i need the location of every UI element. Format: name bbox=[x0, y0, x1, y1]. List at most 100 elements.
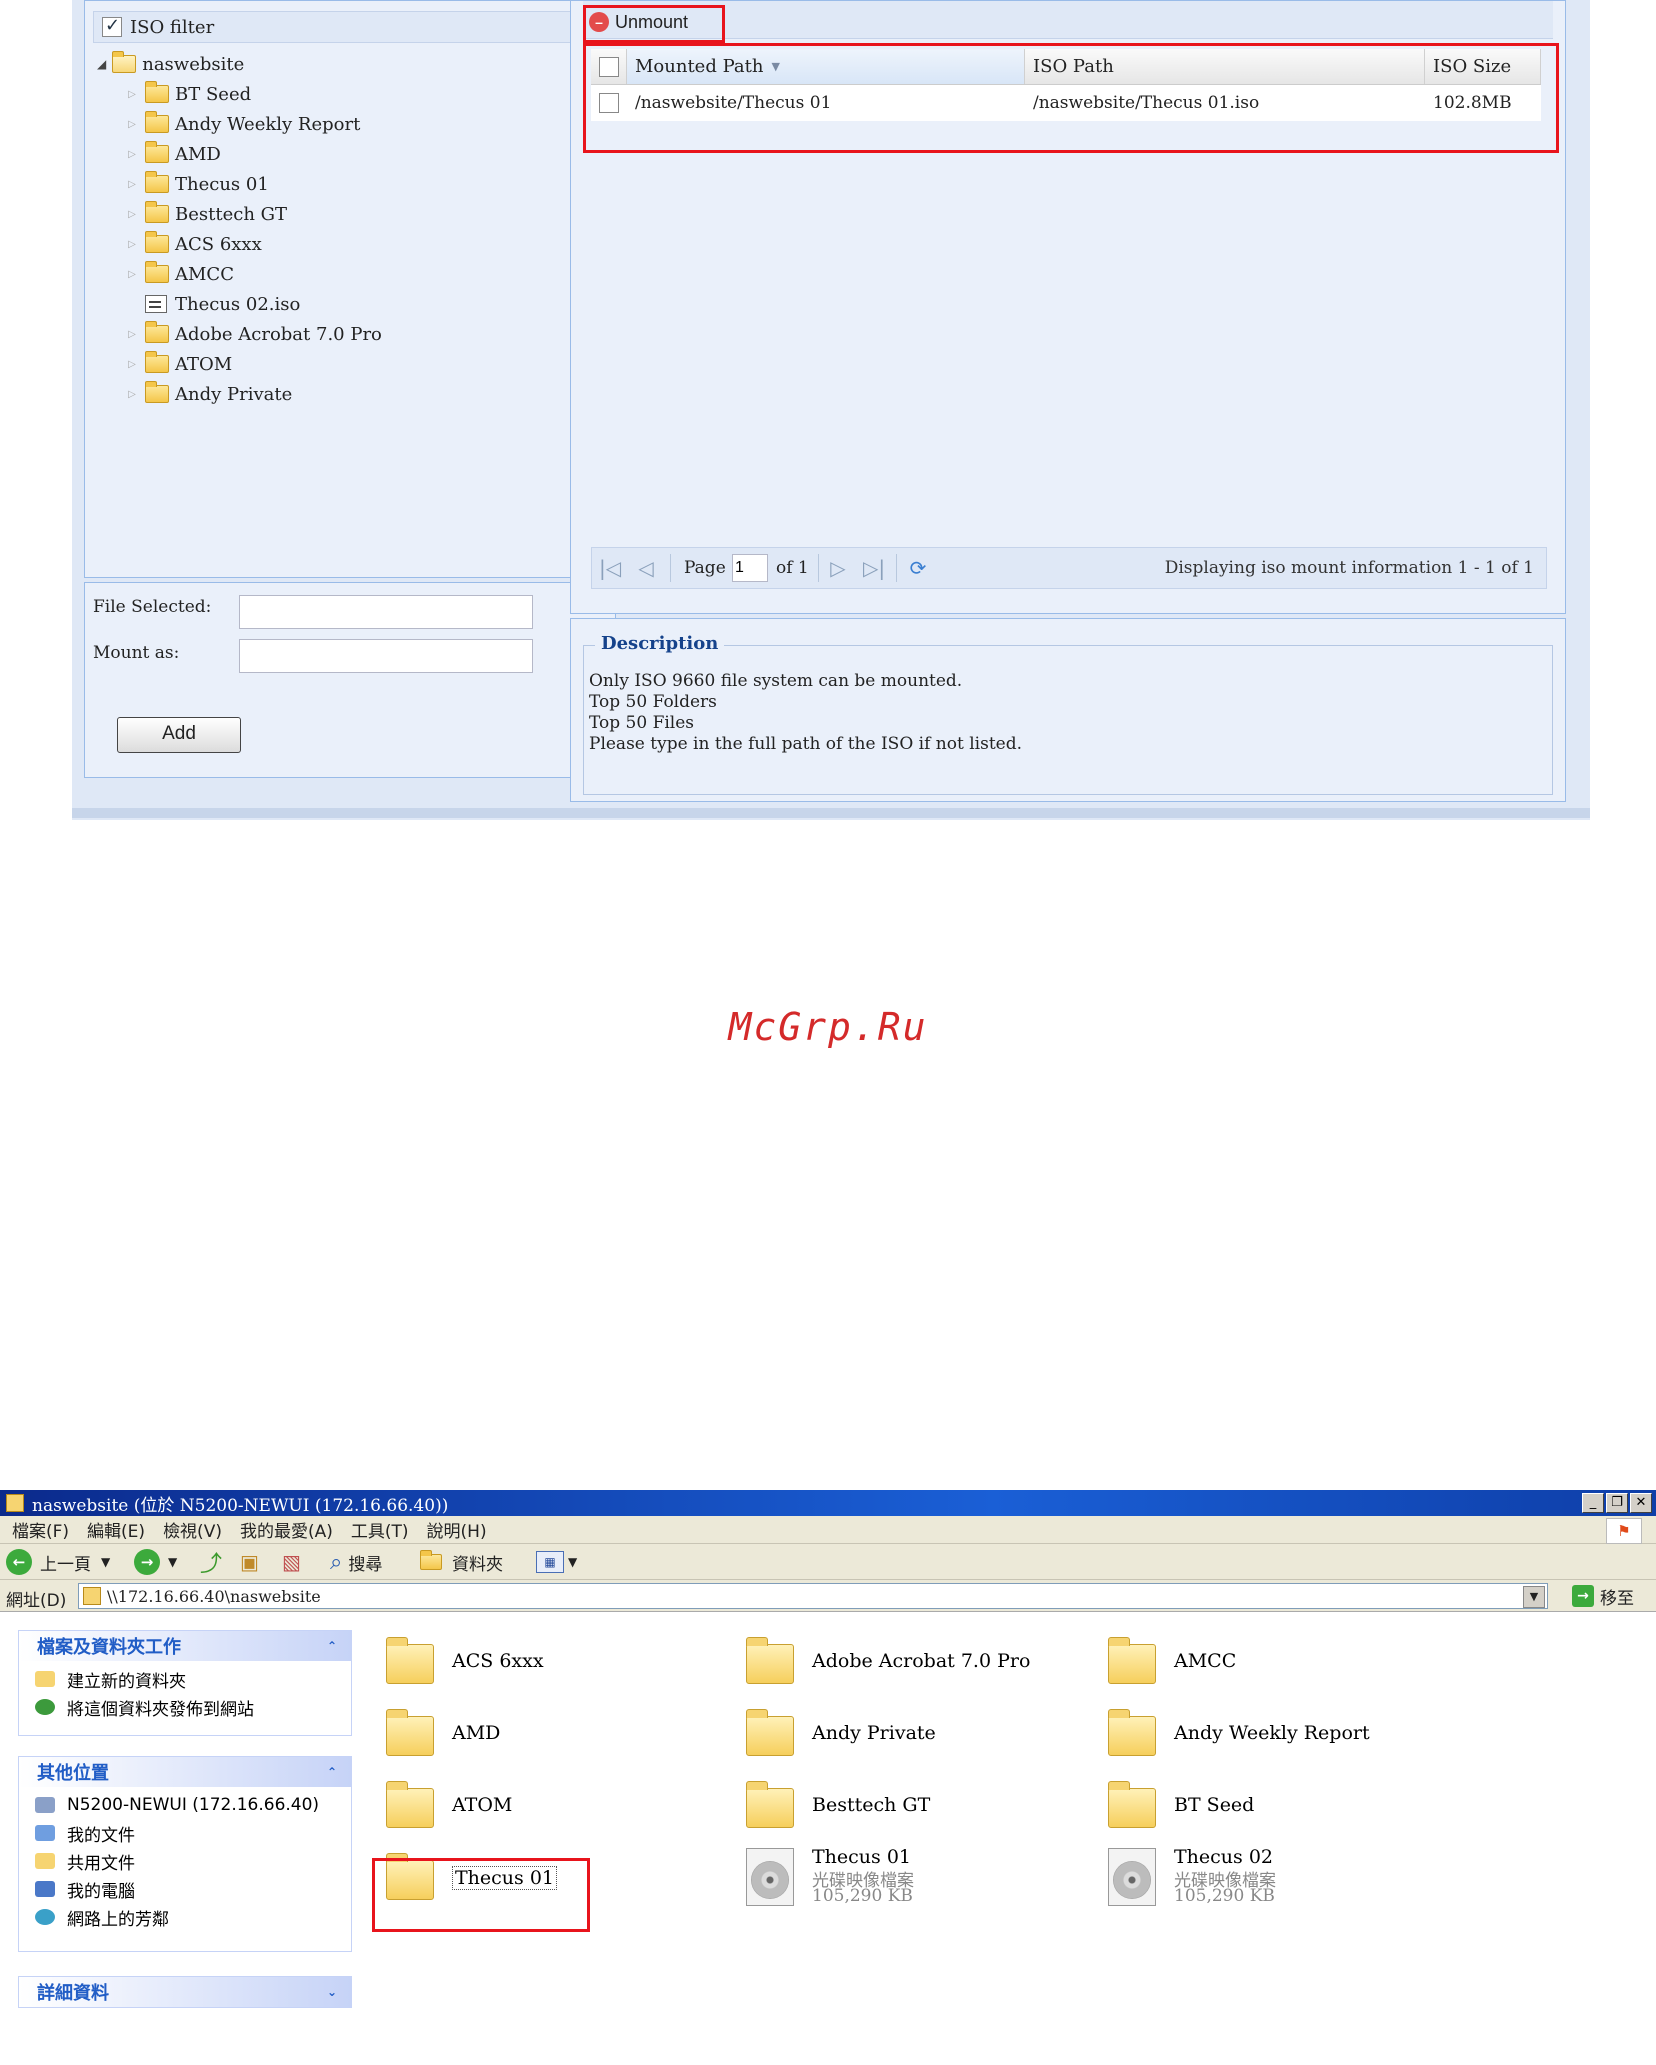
tree-item[interactable]: ▷ Thecus 01 bbox=[125, 169, 605, 199]
description-legend: Description bbox=[595, 633, 725, 654]
folder-item[interactable]: ACS 6xxx bbox=[386, 1630, 726, 1694]
watermark-text: McGrp.Ru bbox=[728, 1005, 928, 1049]
views-button[interactable]: ▦ ▼ bbox=[536, 1544, 577, 1580]
move-to-icon[interactable]: ▣ bbox=[240, 1544, 259, 1580]
minimize-button[interactable]: _ bbox=[1582, 1493, 1604, 1513]
tree-item[interactable]: ▷ BT Seed bbox=[125, 79, 605, 109]
collapse-chevron-icon[interactable]: ⌃ bbox=[323, 1637, 341, 1655]
expand-triangle-icon[interactable]: ▷ bbox=[125, 89, 139, 100]
chevron-down-icon[interactable]: ▼ bbox=[101, 1555, 110, 1569]
menu-edit[interactable]: 編輯(E) bbox=[87, 1517, 145, 1542]
windows-logo-icon: ⚑ bbox=[1606, 1518, 1642, 1544]
page-count-label: of 1 bbox=[776, 558, 809, 578]
iso-filter-header: ✓ ISO filter bbox=[93, 11, 603, 43]
task-publish-web[interactable]: 將這個資料夾發佈到網站 bbox=[19, 1693, 351, 1721]
iso-filter-checkbox[interactable]: ✓ bbox=[102, 15, 122, 37]
collapse-triangle-icon[interactable]: ◢ bbox=[97, 57, 106, 71]
mount-as-input[interactable] bbox=[239, 639, 533, 673]
go-button[interactable]: → 移至 bbox=[1572, 1583, 1634, 1609]
page-number-input[interactable] bbox=[732, 554, 768, 582]
place-shared-documents[interactable]: 共用文件 bbox=[19, 1847, 351, 1875]
details-header[interactable]: 詳細資料 ⌄ bbox=[19, 1977, 351, 2007]
expand-triangle-icon[interactable]: ▷ bbox=[125, 329, 139, 340]
forward-button[interactable]: → ▼ bbox=[134, 1544, 177, 1580]
description-panel: Description Only ISO 9660 file system ca… bbox=[570, 618, 1566, 802]
tree-item-label: Andy Private bbox=[175, 383, 293, 405]
expand-triangle-icon[interactable]: ▷ bbox=[125, 179, 139, 190]
file-tasks-box: 檔案及資料夾工作 ⌃ 建立新的資料夾 將這個資料夾發佈到網站 bbox=[18, 1630, 352, 1736]
menu-help[interactable]: 說明(H) bbox=[427, 1517, 487, 1542]
menu-favorites[interactable]: 我的最愛(A) bbox=[240, 1517, 333, 1542]
prev-page-icon[interactable]: ◁ bbox=[634, 556, 658, 580]
file-tasks-header[interactable]: 檔案及資料夾工作 ⌃ bbox=[19, 1631, 351, 1661]
folder-icon bbox=[145, 141, 169, 163]
folder-item[interactable]: Adobe Acrobat 7.0 Pro bbox=[746, 1630, 1086, 1694]
file-tasks-title: 檔案及資料夾工作 bbox=[37, 1637, 181, 1658]
restore-button[interactable]: ❐ bbox=[1606, 1493, 1628, 1513]
folder-item[interactable]: AMD bbox=[386, 1702, 726, 1766]
views-icon: ▦ bbox=[536, 1551, 564, 1573]
place-server[interactable]: N5200-NEWUI (172.16.66.40) bbox=[19, 1791, 351, 1819]
tree-item[interactable]: ▷ Andy Weekly Report bbox=[125, 109, 605, 139]
other-places-header[interactable]: 其他位置 ⌃ bbox=[19, 1757, 351, 1787]
delete-icon[interactable]: ▧ bbox=[282, 1544, 301, 1580]
tree-item[interactable]: ▷ ATOM bbox=[125, 349, 605, 379]
search-button[interactable]: ⌕ 搜尋 bbox=[330, 1544, 382, 1580]
expand-triangle-icon[interactable]: ▷ bbox=[125, 209, 139, 220]
folder-item[interactable]: BT Seed bbox=[1108, 1774, 1448, 1838]
expand-triangle-icon[interactable]: ▷ bbox=[125, 389, 139, 400]
place-my-documents[interactable]: 我的文件 bbox=[19, 1819, 351, 1847]
place-my-computer-label: 我的電腦 bbox=[67, 1881, 135, 1902]
explorer-titlebar[interactable]: naswebsite (位於 N5200-NEWUI (172.16.66.40… bbox=[0, 1490, 1656, 1516]
file-selected-input[interactable] bbox=[239, 595, 533, 629]
folder-item[interactable]: AMCC bbox=[1108, 1630, 1448, 1694]
tree-item[interactable]: ▷ ACS 6xxx bbox=[125, 229, 605, 259]
close-button[interactable]: ✕ bbox=[1630, 1493, 1652, 1513]
folder-item[interactable]: Besttech GT bbox=[746, 1774, 1086, 1838]
expand-triangle-icon[interactable]: ▷ bbox=[125, 239, 139, 250]
up-folder-icon[interactable]: ⤴ bbox=[200, 1544, 222, 1580]
address-dropdown-icon[interactable]: ▼ bbox=[1523, 1586, 1545, 1608]
menu-view[interactable]: 檢視(V) bbox=[163, 1517, 222, 1542]
chevron-down-icon[interactable]: ▼ bbox=[168, 1555, 177, 1569]
expand-triangle-icon[interactable]: ▷ bbox=[125, 119, 139, 130]
expand-triangle-icon[interactable]: ▷ bbox=[125, 149, 139, 160]
first-page-icon[interactable]: |◁ bbox=[598, 556, 622, 580]
last-page-icon[interactable]: ▷| bbox=[862, 556, 886, 580]
menu-tools[interactable]: 工具(T) bbox=[351, 1517, 409, 1542]
tree-item[interactable]: ▷ AMCC bbox=[125, 259, 605, 289]
place-my-computer[interactable]: 我的電腦 bbox=[19, 1875, 351, 1903]
address-input[interactable]: \\172.16.66.40\naswebsite ▼ bbox=[78, 1583, 1548, 1609]
folder-item[interactable]: ATOM bbox=[386, 1774, 726, 1838]
item-size: 105,290 KB bbox=[1174, 1886, 1275, 1906]
folder-item[interactable]: Andy Private bbox=[746, 1702, 1086, 1766]
chevron-down-icon: ▼ bbox=[568, 1555, 578, 1569]
back-button[interactable]: ← 上一頁 ▼ bbox=[6, 1544, 110, 1580]
menu-file[interactable]: 檔案(F) bbox=[12, 1517, 69, 1542]
place-my-documents-label: 我的文件 bbox=[67, 1825, 135, 1846]
expand-chevron-icon[interactable]: ⌄ bbox=[323, 1983, 341, 2001]
place-network[interactable]: 網路上的芳鄰 bbox=[19, 1903, 351, 1931]
iso-mount-window: ✓ ISO filter ◢ naswebsite ▷ BT Seed ▷ Andy … bbox=[72, 0, 1590, 820]
iso-file-item[interactable]: Thecus 01 光碟映像檔案 105,290 KB bbox=[746, 1846, 1086, 1910]
expand-triangle-icon[interactable]: ▷ bbox=[125, 269, 139, 280]
expand-triangle-icon[interactable]: ▷ bbox=[125, 359, 139, 370]
folders-button[interactable]: 資料夾 bbox=[420, 1544, 503, 1580]
explorer-toolbar: ← 上一頁 ▼ → ▼ ⤴ ▣ ▧ ⌕ 搜尋 資料夾 ▦ ▼ bbox=[0, 1544, 1656, 1580]
tree-item[interactable]: ▷ Besttech GT bbox=[125, 199, 605, 229]
collapse-chevron-icon[interactable]: ⌃ bbox=[323, 1763, 341, 1781]
folder-item[interactable]: Andy Weekly Report bbox=[1108, 1702, 1448, 1766]
tree-item[interactable]: ▷ AMD bbox=[125, 139, 605, 169]
refresh-icon[interactable]: ⟳ bbox=[906, 556, 930, 580]
next-page-icon[interactable]: ▷ bbox=[826, 556, 850, 580]
folder-icon bbox=[145, 351, 169, 373]
iso-file-item[interactable]: Thecus 02 光碟映像檔案 105,290 KB bbox=[1108, 1846, 1448, 1910]
task-new-folder[interactable]: 建立新的資料夾 bbox=[19, 1665, 351, 1693]
tree-item[interactable]: ▷ Andy Private bbox=[125, 379, 605, 409]
add-button[interactable]: Add bbox=[117, 717, 241, 753]
tree-root-naswebsite[interactable]: ◢ naswebsite bbox=[97, 49, 244, 79]
item-name: Thecus 01 bbox=[812, 1846, 911, 1868]
tree-item[interactable]: ▷ Adobe Acrobat 7.0 Pro bbox=[125, 319, 605, 349]
tree-item[interactable]: Thecus 02.iso bbox=[125, 289, 605, 319]
tree-item-label: Thecus 02.iso bbox=[175, 293, 301, 315]
